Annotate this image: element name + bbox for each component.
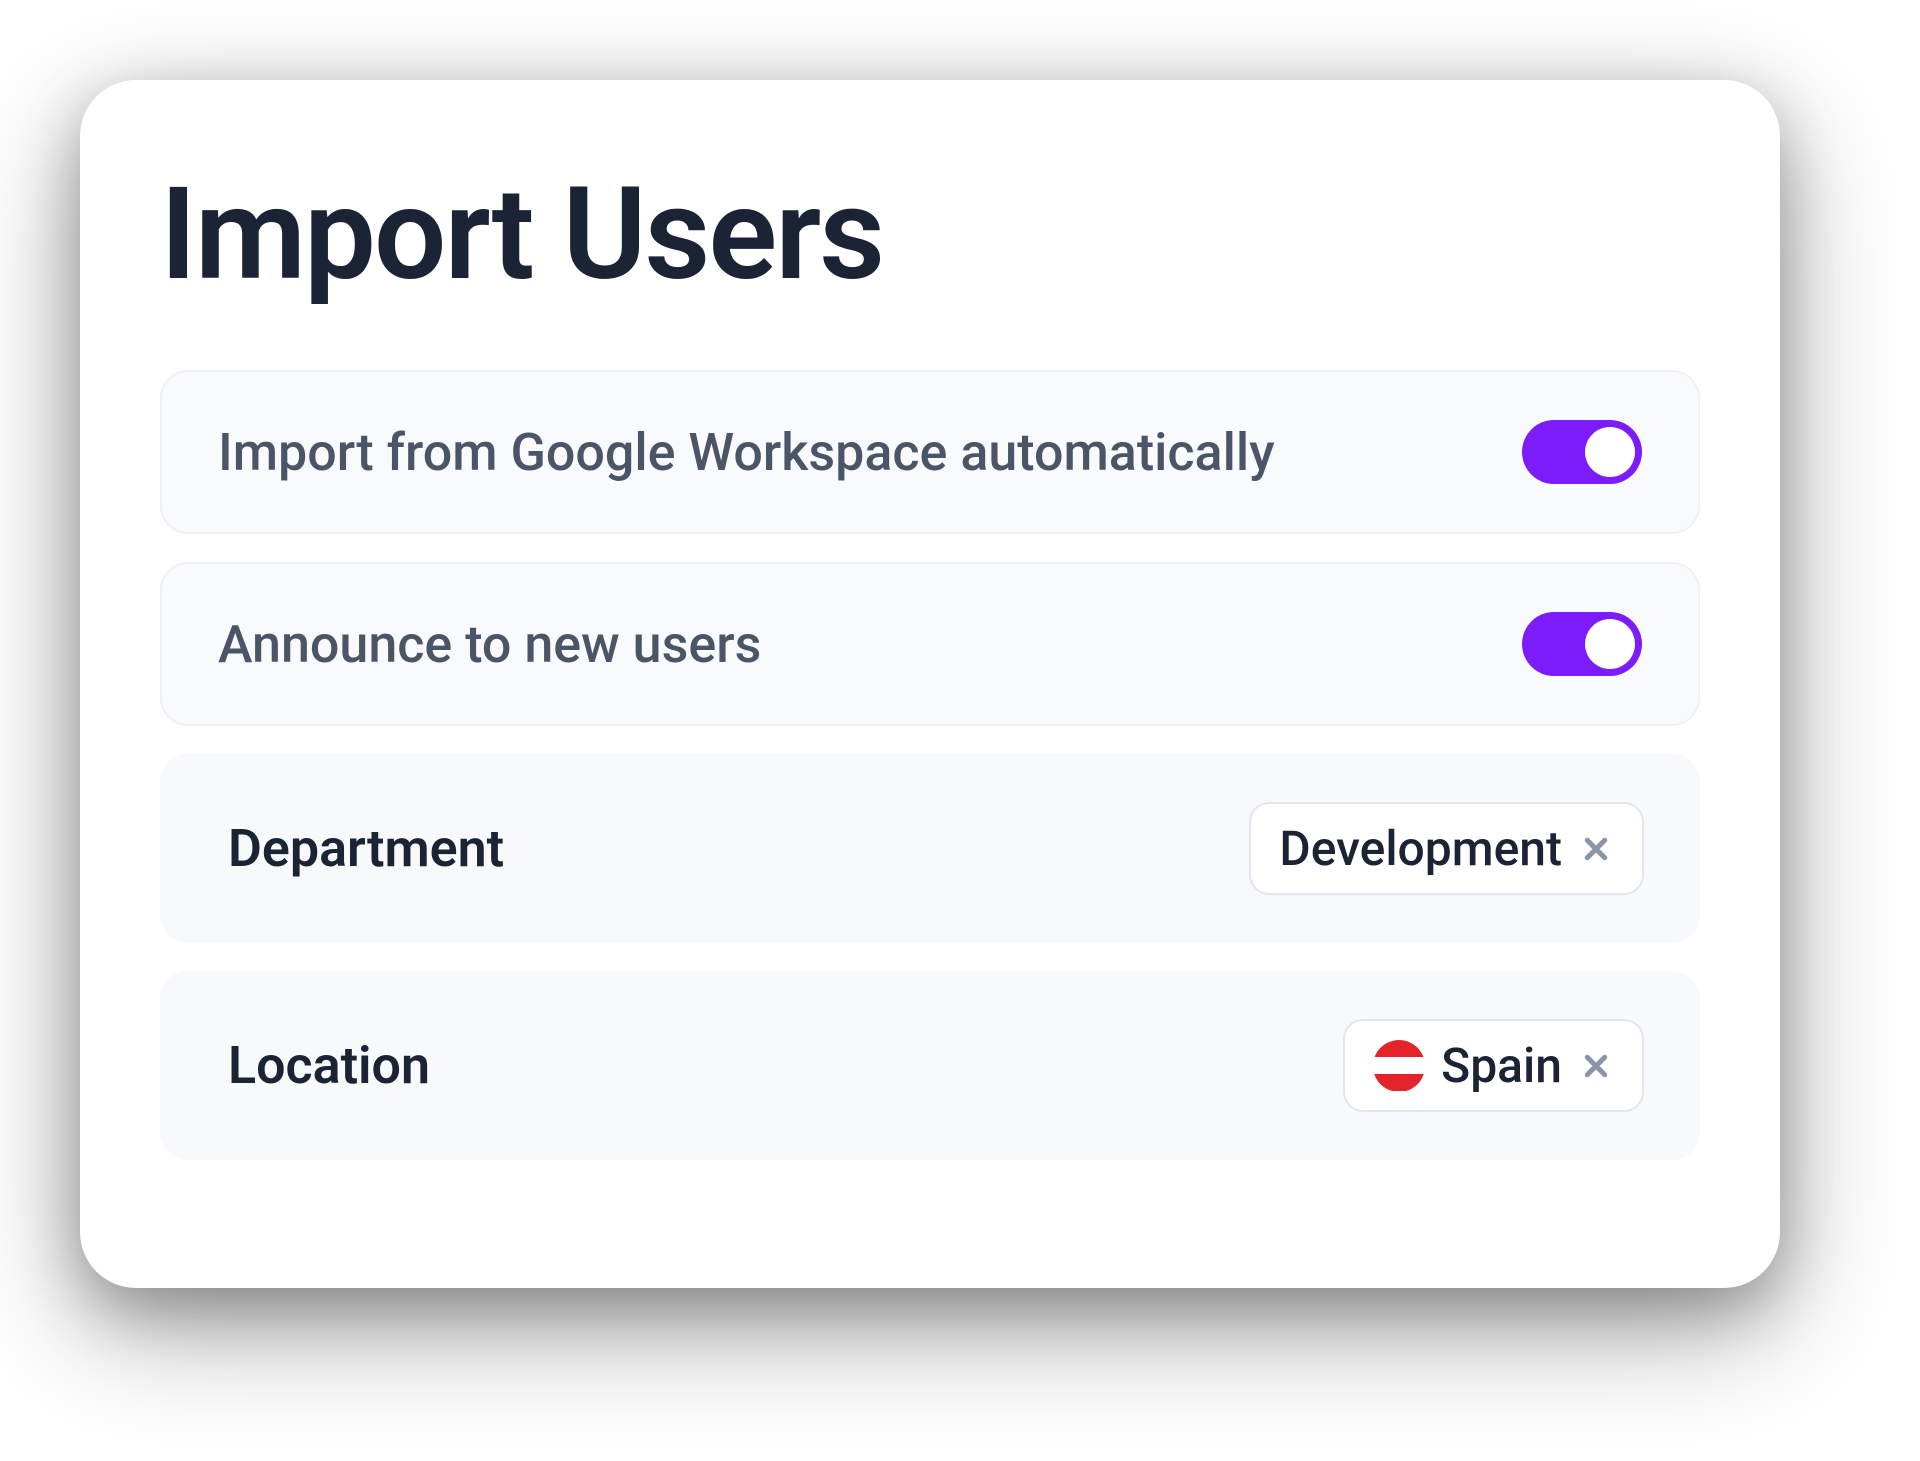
card-title: Import Users — [160, 160, 1700, 310]
toggle-announce[interactable] — [1522, 612, 1642, 676]
toggle-knob — [1585, 619, 1635, 669]
close-icon[interactable] — [1578, 831, 1614, 867]
toggle-label: Import from Google Workspace automatical… — [218, 422, 1275, 483]
toggle-import-google[interactable] — [1522, 420, 1642, 484]
chip-text: Development — [1279, 820, 1562, 877]
flag-icon — [1373, 1040, 1425, 1092]
chip-department[interactable]: Development — [1249, 802, 1644, 895]
filter-label-department: Department — [216, 818, 504, 879]
chip-text: Spain — [1441, 1037, 1562, 1094]
chip-location[interactable]: Spain — [1343, 1019, 1644, 1112]
toggle-row-import-google: Import from Google Workspace automatical… — [160, 370, 1700, 534]
close-icon[interactable] — [1578, 1048, 1614, 1084]
filter-label-location: Location — [216, 1035, 430, 1096]
import-users-card: Import Users Import from Google Workspac… — [80, 80, 1780, 1288]
filter-row-department: Department Development — [160, 754, 1700, 943]
toggle-row-announce: Announce to new users — [160, 562, 1700, 726]
filter-row-location: Location Spain — [160, 971, 1700, 1160]
toggle-label: Announce to new users — [218, 614, 761, 675]
toggle-knob — [1585, 427, 1635, 477]
